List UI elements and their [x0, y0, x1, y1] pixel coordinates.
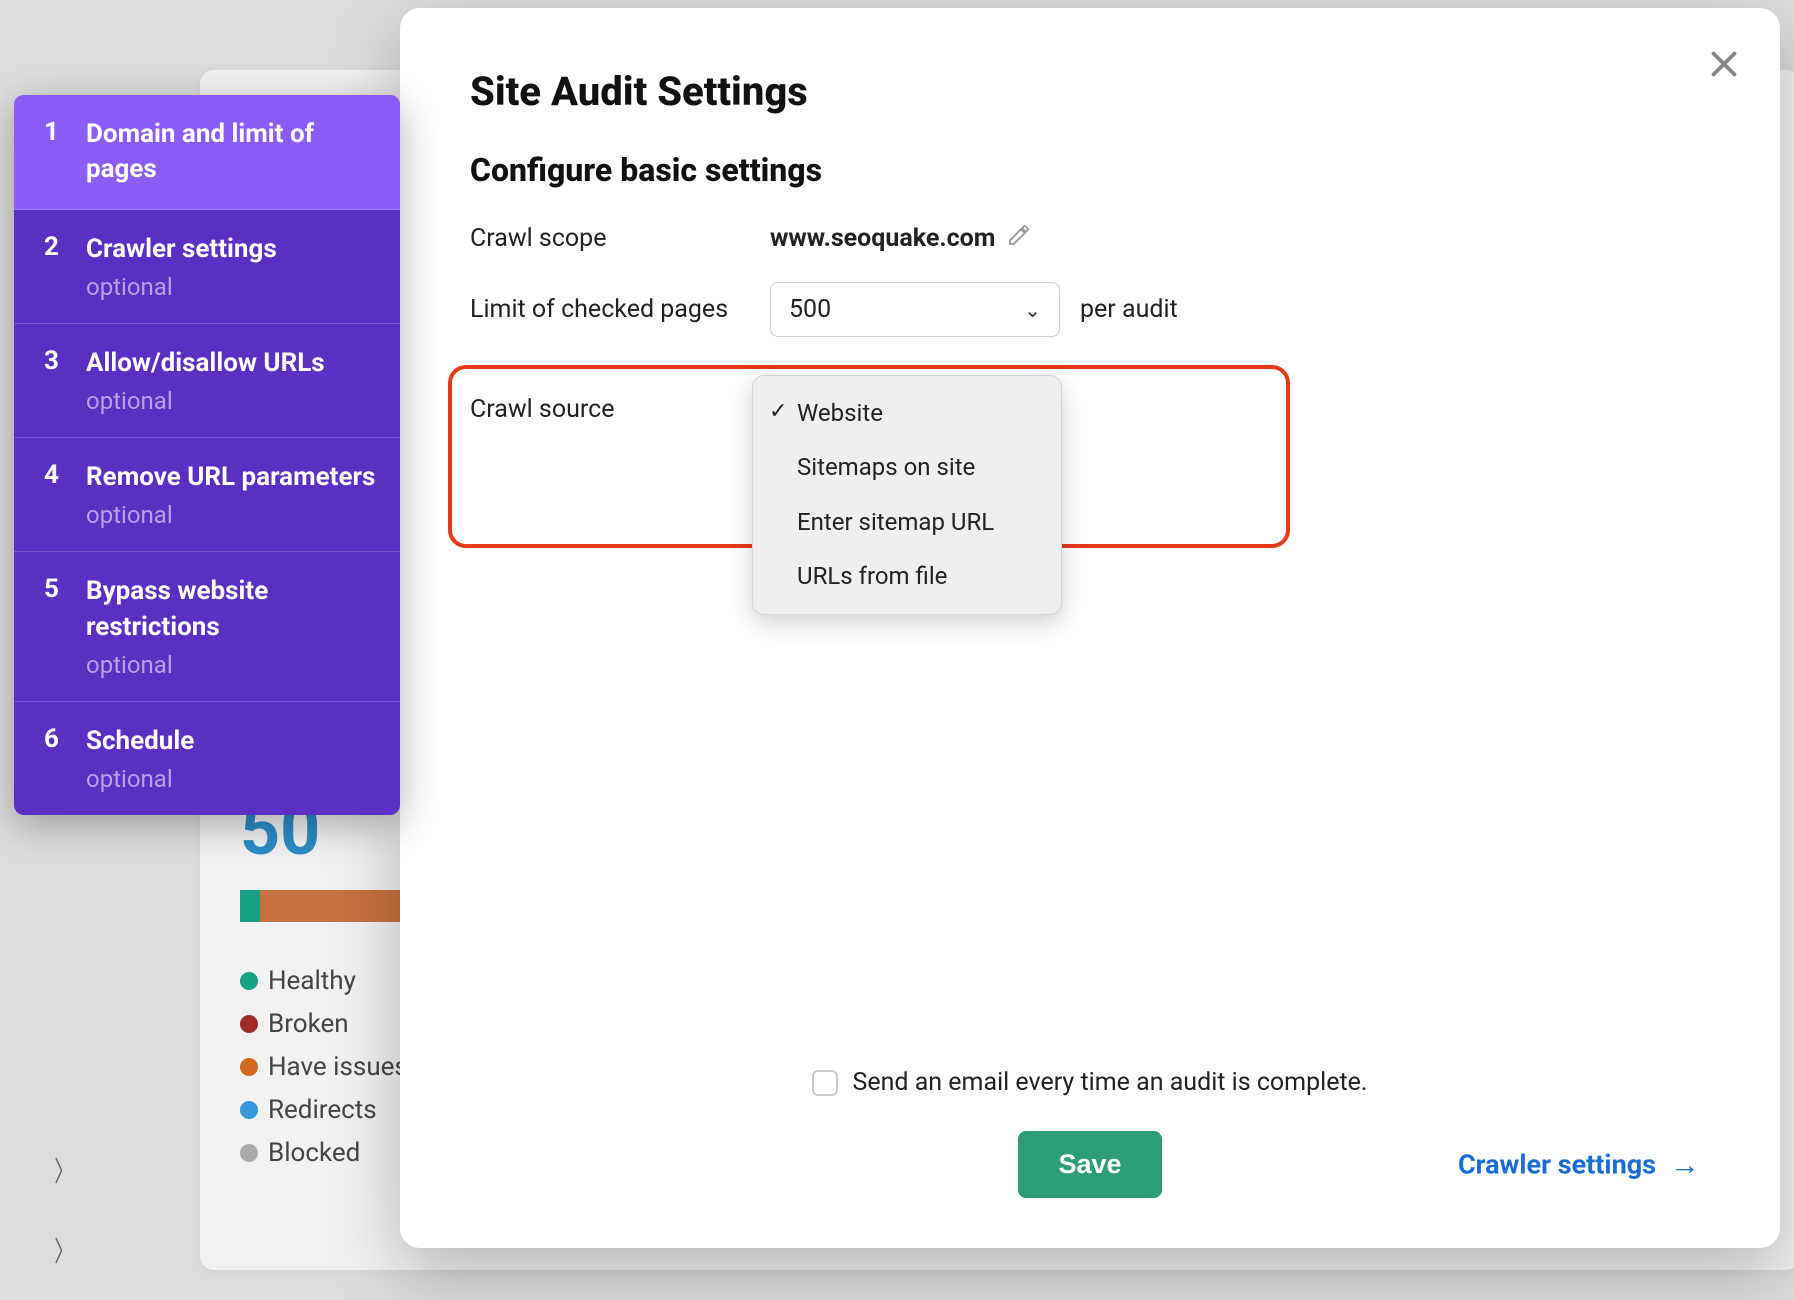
chevron-down-icon: ⌄ [1024, 298, 1041, 322]
next-step-label: Crawler settings [1458, 1149, 1656, 1181]
wizard-step-2[interactable]: 2 Crawler settings optional [14, 210, 400, 324]
wizard-step-optional: optional [86, 501, 378, 529]
arrow-right-icon: → [1670, 1147, 1700, 1182]
wizard-step-1[interactable]: 1 Domain and limit of pages [14, 95, 400, 210]
crawl-source-highlight: Crawl source Website Sitemaps on site En… [448, 365, 1290, 548]
wizard-step-5[interactable]: 5 Bypass website restrictions optional [14, 552, 400, 701]
dropdown-option-website[interactable]: Website [753, 386, 1061, 440]
wizard-step-title: Remove URL parameters [86, 460, 378, 495]
crawl-source-label: Crawl source [470, 395, 770, 424]
bg-legend: Healthy Broken Have issues Redirects Blo… [240, 960, 408, 1174]
save-button[interactable]: Save [1018, 1131, 1161, 1198]
wizard-step-number: 2 [44, 232, 64, 301]
close-icon [1706, 46, 1742, 82]
wizard-step-optional: optional [86, 387, 378, 415]
wizard-step-title: Schedule [86, 724, 378, 759]
wizard-step-6[interactable]: 6 Schedule optional [14, 702, 400, 815]
wizard-step-number: 1 [44, 117, 64, 187]
email-label: Send an email every time an audit is com… [852, 1068, 1367, 1097]
crawl-scope-value: www.seoquake.com [770, 224, 995, 253]
modal-footer: Send an email every time an audit is com… [470, 1068, 1710, 1198]
chevron-right-icon: 〉 [54, 1230, 74, 1270]
wizard-step-number: 4 [44, 460, 64, 529]
close-button[interactable] [1706, 46, 1742, 82]
crawl-scope-label: Crawl scope [470, 224, 770, 253]
email-checkbox[interactable] [812, 1070, 838, 1096]
limit-suffix: per audit [1080, 295, 1178, 324]
wizard-step-title: Domain and limit of pages [86, 117, 378, 187]
wizard-step-title: Allow/disallow URLs [86, 346, 378, 381]
wizard-sidebar: 1 Domain and limit of pages 2 Crawler se… [14, 95, 400, 815]
wizard-step-optional: optional [86, 765, 378, 793]
pencil-icon[interactable] [1007, 223, 1031, 254]
wizard-step-optional: optional [86, 651, 378, 679]
limit-select[interactable]: 500 ⌄ [770, 282, 1060, 337]
wizard-step-number: 5 [44, 574, 64, 678]
chevron-right-icon: 〉 [54, 1150, 74, 1190]
wizard-step-optional: optional [86, 273, 378, 301]
settings-modal: Site Audit Settings Configure basic sett… [400, 8, 1780, 1248]
limit-label: Limit of checked pages [470, 295, 770, 324]
dropdown-option-sitemaps[interactable]: Sitemaps on site [753, 440, 1061, 494]
wizard-step-4[interactable]: 4 Remove URL parameters optional [14, 438, 400, 552]
crawl-scope-row: Crawl scope www.seoquake.com [470, 223, 1710, 254]
modal-subtitle: Configure basic settings [470, 151, 1710, 189]
email-notification-row: Send an email every time an audit is com… [470, 1068, 1710, 1097]
next-step-link[interactable]: Crawler settings → [1458, 1147, 1700, 1182]
dropdown-option-urls-from-file[interactable]: URLs from file [753, 549, 1061, 603]
wizard-step-title: Crawler settings [86, 232, 378, 267]
crawl-source-dropdown: Website Sitemaps on site Enter sitemap U… [752, 375, 1062, 615]
dropdown-option-enter-sitemap[interactable]: Enter sitemap URL [753, 495, 1061, 549]
wizard-step-title: Bypass website restrictions [86, 574, 378, 644]
limit-select-value: 500 [789, 295, 831, 324]
limit-row: Limit of checked pages 500 ⌄ per audit [470, 282, 1710, 337]
modal-title: Site Audit Settings [470, 68, 1710, 115]
wizard-step-number: 6 [44, 724, 64, 793]
wizard-step-3[interactable]: 3 Allow/disallow URLs optional [14, 324, 400, 438]
wizard-step-number: 3 [44, 346, 64, 415]
